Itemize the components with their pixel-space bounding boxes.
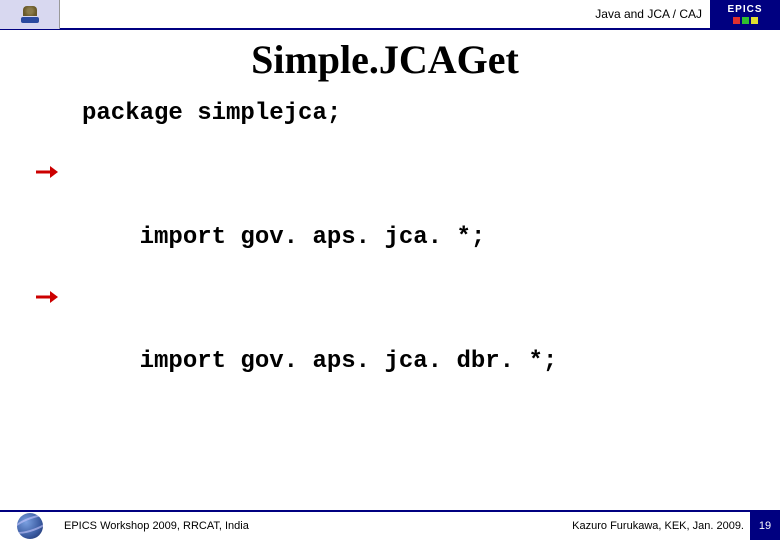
footer-event: EPICS Workshop 2009, RRCAT, India [60, 520, 572, 532]
slide-footer: EPICS Workshop 2009, RRCAT, India Kazuro… [0, 510, 780, 540]
brand-squares-icon [733, 17, 758, 24]
emblem-icon [19, 1, 41, 27]
code-line-package: package simplejca; [82, 98, 750, 129]
code-text: import gov. aps. jca. dbr. *; [140, 348, 558, 375]
slide-content: package simplejca; import gov. aps. jca.… [82, 98, 750, 409]
footer-logo-box [0, 511, 60, 540]
slide-title: Simple.JCAGet [251, 37, 519, 82]
slide-title-row: Simple.JCAGet [0, 36, 780, 83]
header-emblem-box [0, 0, 60, 29]
arrow-bullet-icon [36, 290, 58, 304]
page-number: 19 [750, 511, 780, 540]
brand-label: EPICS [727, 4, 762, 15]
slide-header: Java and JCA / CAJ EPICS [0, 0, 780, 30]
globe-icon [17, 513, 43, 539]
footer-author: Kazuro Furukawa, KEK, Jan. 2009. [572, 520, 750, 532]
header-brand-box: EPICS [710, 0, 780, 29]
code-text: import gov. aps. jca. *; [140, 224, 486, 251]
arrow-bullet-icon [36, 165, 58, 179]
header-topic: Java and JCA / CAJ [60, 7, 710, 21]
code-line-import-1: import gov. aps. jca. *; [82, 159, 750, 284]
code-line-import-2: import gov. aps. jca. dbr. *; [82, 284, 750, 409]
